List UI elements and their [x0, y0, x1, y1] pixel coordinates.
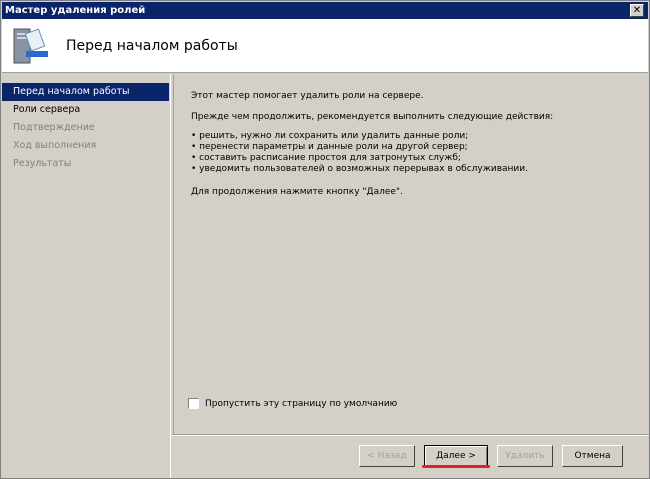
highlight-underline	[422, 465, 490, 468]
intro-text: Этот мастер помогает удалить роли на сер…	[191, 91, 424, 101]
title-bar: Мастер удаления ролей ✕	[2, 2, 648, 19]
content-panel: Этот мастер помогает удалить роли на сер…	[173, 74, 649, 434]
wizard-steps: Перед началом работы Роли сервера Подтве…	[2, 74, 171, 478]
skip-page-label: Пропустить эту страницу по умолчанию	[205, 398, 398, 409]
step-before-you-begin[interactable]: Перед началом работы	[2, 83, 169, 101]
action-list: • решить, нужно ли сохранить или удалить…	[191, 131, 528, 175]
next-button[interactable]: Далее >	[424, 445, 488, 467]
back-button[interactable]: < Назад	[359, 445, 415, 467]
cancel-button[interactable]: Отмена	[562, 445, 623, 467]
wizard-window: Мастер удаления ролей ✕ Перед началом ра…	[0, 0, 650, 479]
step-progress: Ход выполнения	[13, 140, 97, 151]
before-text: Прежде чем продолжить, рекомендуется вып…	[191, 112, 554, 122]
skip-page-option[interactable]: Пропустить эту страницу по умолчанию	[188, 398, 397, 409]
continue-text: Для продолжения нажмите кнопку "Далее".	[191, 187, 403, 197]
page-title: Перед началом работы	[66, 38, 238, 54]
list-item: • составить расписание простоя для затро…	[191, 153, 461, 163]
list-item: • перенести параметры и данные роли на д…	[191, 142, 468, 152]
step-results: Результаты	[13, 158, 72, 169]
list-item: • решить, нужно ли сохранить или удалить…	[191, 131, 469, 141]
wizard-header: Перед началом работы	[2, 19, 648, 73]
remove-button[interactable]: Удалить	[497, 445, 553, 467]
step-confirmation: Подтверждение	[13, 122, 95, 133]
server-wizard-icon	[13, 28, 48, 64]
close-button[interactable]: ✕	[630, 4, 644, 17]
list-item: • уведомить пользователей о возможных пе…	[191, 164, 528, 174]
step-server-roles[interactable]: Роли сервера	[2, 101, 170, 119]
window-title: Мастер удаления ролей	[5, 5, 146, 16]
skip-page-checkbox[interactable]	[188, 398, 199, 409]
